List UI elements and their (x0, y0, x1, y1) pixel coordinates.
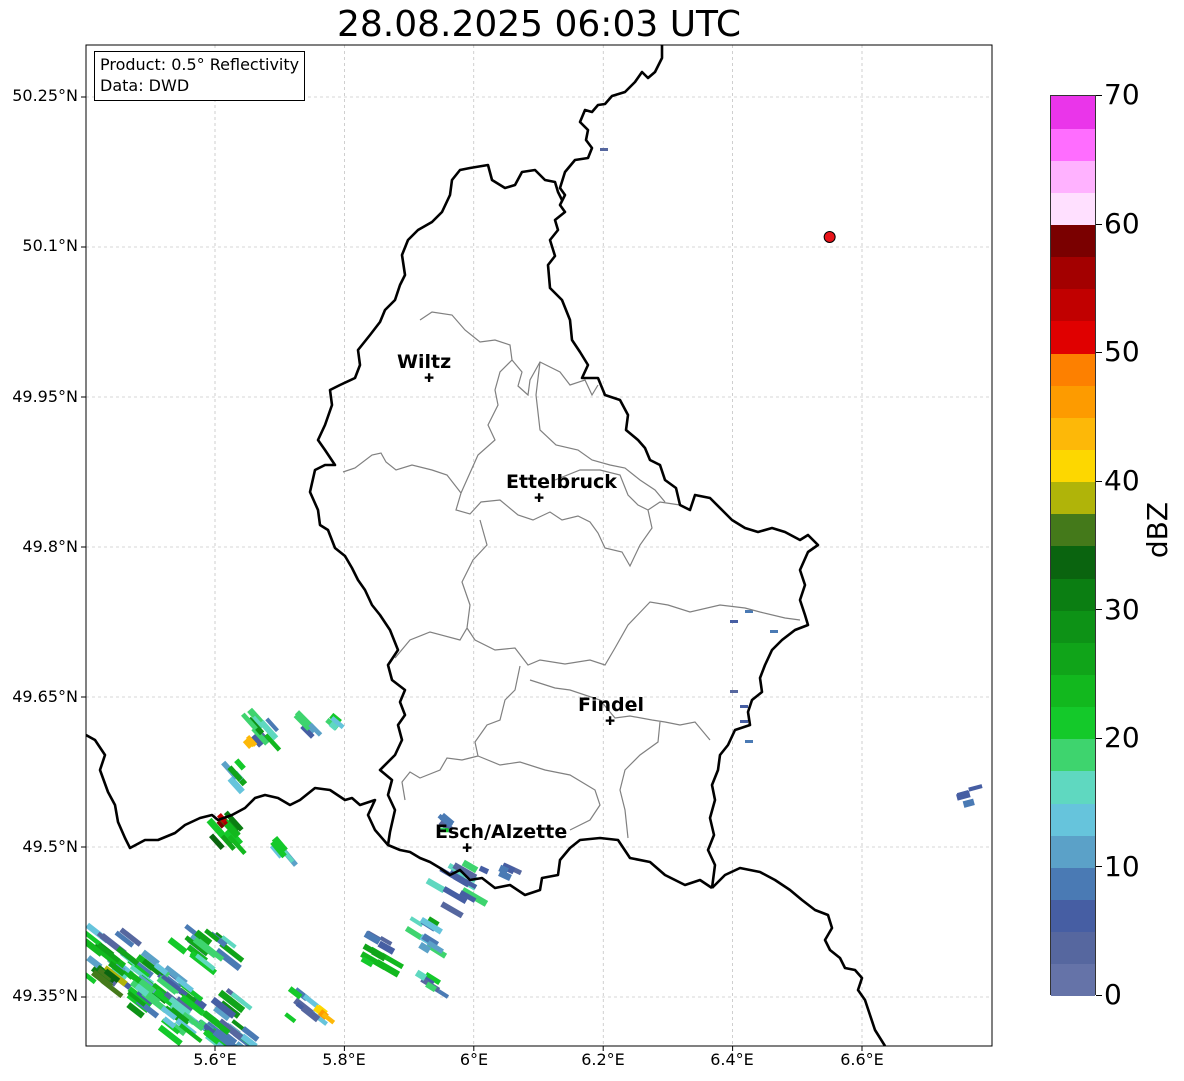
colorbar-tick (1096, 609, 1102, 611)
colorbar-tick-label: 0 (1104, 978, 1122, 1011)
echo-cell (730, 620, 738, 623)
radar-map[interactable] (0, 0, 1184, 1081)
colorbar-segment (1051, 256, 1095, 290)
lat-tick-label: 49.65°N (12, 687, 78, 706)
colorbar-segment (1051, 417, 1095, 451)
colorbar-segment (1051, 481, 1095, 515)
colorbar-segment (1051, 771, 1095, 804)
lon-tick-label: 6.4°E (710, 1050, 754, 1069)
colorbar-tick (1096, 95, 1102, 96)
echo-cell (600, 148, 608, 151)
colorbar-tick-label: 60 (1104, 207, 1140, 240)
colorbar-segment (1051, 192, 1095, 226)
city-marker-wiltz-icon: ✚ (423, 371, 435, 385)
colorbar-tick-label: 10 (1104, 850, 1140, 883)
city-marker-findel-icon: ✚ (604, 714, 616, 728)
colorbar-segment (1051, 96, 1095, 129)
lon-tick-label: 5.8°E (322, 1050, 366, 1069)
lon-tick-label: 6.6°E (840, 1050, 884, 1069)
colorbar-segment (1051, 288, 1095, 322)
colorbar-tick-label: 70 (1104, 78, 1140, 111)
colorbar-tick (1096, 480, 1102, 482)
info-box: Product: 0.5° Reflectivity Data: DWD (94, 51, 306, 101)
colorbar-segment (1051, 963, 1095, 997)
map-area (86, 45, 992, 1046)
colorbar-segment (1051, 321, 1095, 354)
product-label: Product: 0.5° Reflectivity (100, 55, 300, 74)
colorbar (1050, 95, 1096, 997)
colorbar-segment (1051, 899, 1095, 933)
colorbar-tick (1096, 737, 1102, 739)
colorbar-tick (1096, 352, 1102, 354)
colorbar-tick-label: 30 (1104, 593, 1140, 626)
city-marker-esch-alzette-icon: ✚ (461, 841, 473, 855)
colorbar-segment (1051, 610, 1095, 643)
colorbar-tick-label: 40 (1104, 464, 1140, 497)
colorbar-segment (1051, 578, 1095, 611)
lat-tick-label: 50.1°N (22, 236, 78, 255)
colorbar-segment (1051, 513, 1095, 547)
radar-site-marker (823, 231, 836, 243)
colorbar-segment (1051, 385, 1095, 418)
colorbar-segment (1051, 546, 1095, 579)
colorbar-segment (1051, 449, 1095, 483)
colorbar-segment (1051, 835, 1095, 868)
colorbar-segment (1051, 803, 1095, 836)
city-marker-ettelbruck-icon: ✚ (533, 491, 545, 505)
city-label-esch-alzette: Esch/Alzette (435, 821, 568, 843)
city-label-wiltz: Wiltz (397, 351, 452, 373)
lat-tick-label: 50.25°N (12, 86, 78, 105)
echo-cell (770, 630, 778, 633)
lon-tick-label: 5.6°E (193, 1050, 237, 1069)
lat-tick-label: 49.8°N (22, 537, 78, 556)
city-label-findel: Findel (578, 694, 645, 716)
colorbar-tick (1096, 995, 1102, 996)
echo-cell (745, 740, 753, 743)
echo-cell (740, 705, 748, 708)
colorbar-segment (1051, 867, 1095, 901)
colorbar-segment (1051, 674, 1095, 708)
lat-tick-label: 49.5°N (22, 837, 78, 856)
echo-cell (745, 610, 753, 613)
lat-tick-label: 49.95°N (12, 387, 78, 406)
city-label-ettelbruck: Ettelbruck (506, 471, 617, 493)
colorbar-label: dBZ (1141, 501, 1174, 559)
colorbar-segment (1051, 224, 1095, 258)
data-source-label: Data: DWD (100, 76, 190, 95)
colorbar-segment (1051, 353, 1095, 386)
colorbar-segment (1051, 931, 1095, 965)
colorbar-tick (1096, 866, 1102, 868)
colorbar-tick-label: 50 (1104, 335, 1140, 368)
colorbar-segment (1051, 642, 1095, 676)
colorbar-segment (1051, 160, 1095, 193)
echo-cell (740, 720, 748, 723)
echo-cell (730, 690, 738, 693)
colorbar-segment (1051, 706, 1095, 740)
colorbar-tick-label: 20 (1104, 721, 1140, 754)
colorbar-segment (1051, 128, 1095, 161)
colorbar-tick (1096, 223, 1102, 225)
lon-tick-label: 6.2°E (581, 1050, 625, 1069)
lon-tick-label: 6°E (459, 1050, 489, 1069)
lat-tick-label: 49.35°N (12, 986, 78, 1005)
colorbar-segment (1051, 738, 1095, 772)
